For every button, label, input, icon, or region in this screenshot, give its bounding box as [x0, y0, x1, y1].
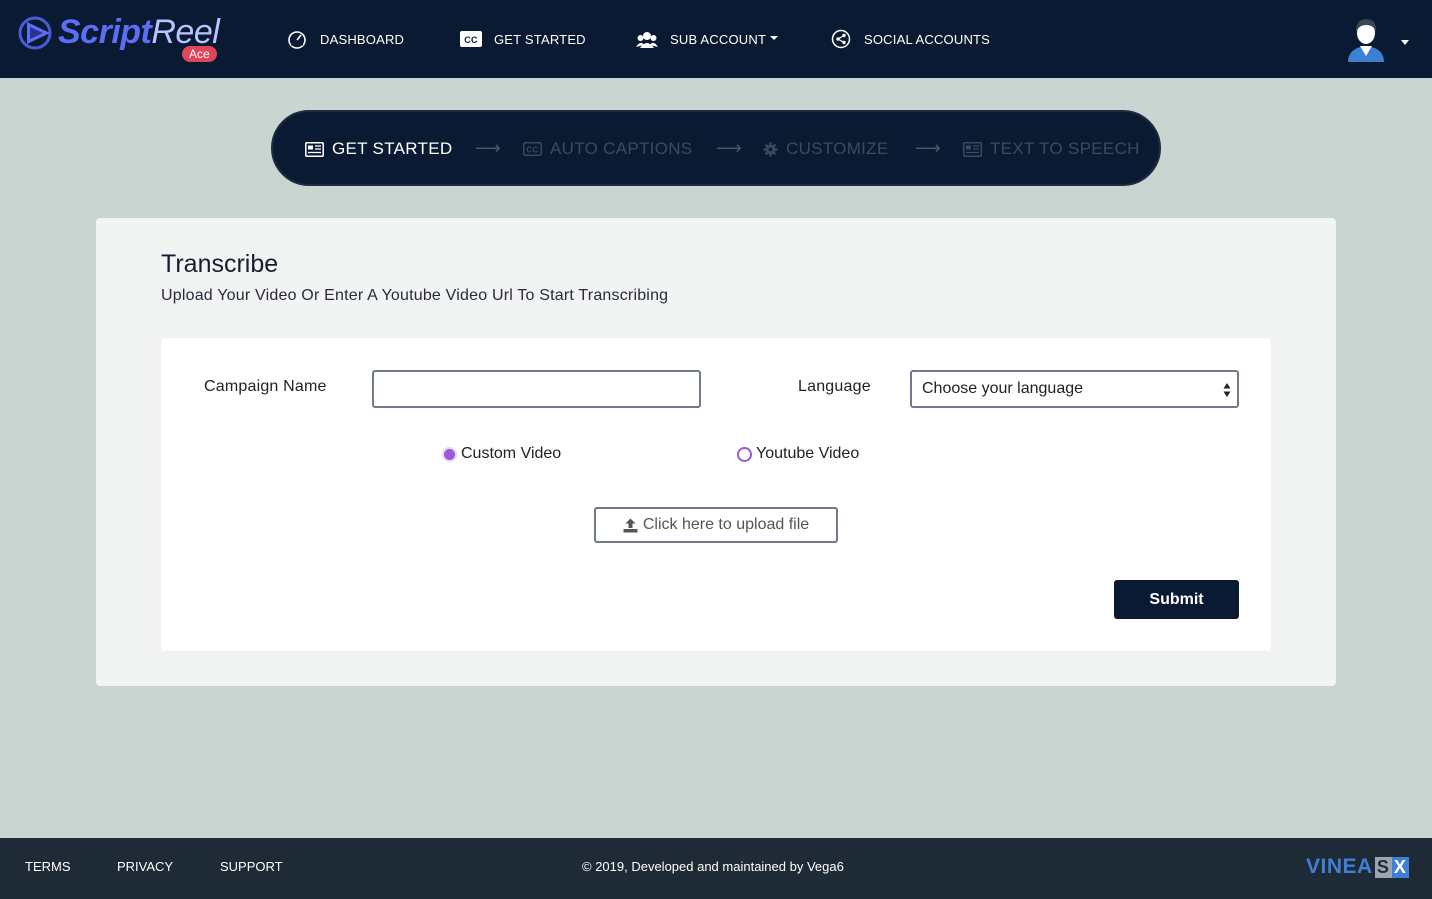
step-label: AUTO CAPTIONS [550, 139, 693, 158]
upload-icon [623, 518, 638, 533]
radio-unchecked-icon [737, 446, 752, 462]
footer-privacy-link[interactable]: PRIVACY [117, 859, 173, 874]
logo-play-icon [18, 16, 52, 50]
submit-button[interactable]: Submit [1114, 580, 1239, 619]
chevron-down-icon [770, 36, 779, 40]
arrow-right-icon: ⟶ [716, 138, 742, 158]
user-menu-caret-icon[interactable] [1401, 40, 1409, 45]
campaign-name-input[interactable] [372, 370, 701, 408]
page-subtitle: Upload Your Video Or Enter A Youtube Vid… [161, 287, 669, 304]
upload-file-button[interactable]: Click here to upload file [594, 507, 838, 543]
vineasx-logo[interactable]: VINEA SX [1306, 855, 1409, 879]
language-label: Language [798, 378, 871, 395]
users-icon [636, 28, 658, 50]
nav-sub-account[interactable]: SUB ACCOUNT [636, 26, 779, 52]
language-select-value: Choose your language [922, 380, 1084, 397]
cc-icon: CC [523, 142, 542, 156]
radio-custom-video-label: Custom Video [461, 445, 562, 462]
upload-file-label: Click here to upload file [642, 516, 810, 533]
footer: TERMS PRIVACY SUPPORT © 2019, Developed … [0, 838, 1432, 899]
step-label: GET STARTED [332, 139, 453, 158]
campaign-name-label: Campaign Name [204, 378, 327, 395]
nav-social-accounts-label: SOCIAL ACCOUNTS [864, 31, 991, 47]
nav-dashboard-label: DASHBOARD [320, 31, 405, 47]
arrow-right-icon: ⟶ [475, 138, 501, 158]
footer-terms-link[interactable]: TERMS [25, 859, 71, 874]
svg-text:CC: CC [464, 35, 478, 45]
select-arrows-icon [1223, 383, 1231, 397]
progress-stepper: GET STARTED ⟶ CC AUTO CAPTIONS ⟶ CUSTOMI… [271, 110, 1161, 186]
footer-support-link[interactable]: SUPPORT [220, 859, 283, 874]
nav-social-accounts[interactable]: SOCIAL ACCOUNTS [830, 26, 990, 52]
transcribe-form: Campaign Name Language Choose your langu… [161, 338, 1271, 651]
nav-get-started[interactable]: CC GET STARTED [460, 26, 586, 52]
gear-icon [763, 141, 778, 157]
nav-get-started-label: GET STARTED [494, 31, 586, 47]
radio-checked-icon [442, 446, 457, 462]
step-auto-captions[interactable]: CC AUTO CAPTIONS [523, 136, 692, 162]
step-text-to-speech[interactable]: TEXT TO SPEECH [963, 136, 1140, 162]
share-icon [830, 28, 852, 50]
step-customize[interactable]: CUSTOMIZE [763, 136, 889, 162]
top-navbar: ScriptReel Ace DASHBOARD CC GET STARTED … [0, 0, 1432, 78]
nav-sub-account-label: SUB ACCOUNT [670, 31, 767, 47]
language-select[interactable]: Choose your language [910, 370, 1239, 408]
scriptreel-logo[interactable]: ScriptReel Ace [18, 12, 223, 64]
arrow-right-icon: ⟶ [915, 138, 941, 158]
radio-youtube-video[interactable]: Youtube Video [737, 445, 859, 463]
svg-text:CC: CC [526, 146, 538, 155]
step-label: TEXT TO SPEECH [990, 139, 1140, 158]
step-get-started[interactable]: GET STARTED [305, 136, 452, 162]
vineasx-logo-text: VINEA [1306, 855, 1373, 878]
cc-icon: CC [460, 28, 482, 50]
step-label: CUSTOMIZE [786, 139, 889, 158]
speedometer-icon [286, 28, 308, 50]
user-avatar[interactable] [1344, 16, 1388, 62]
logo-badge: Ace [182, 46, 217, 62]
newspaper-icon [963, 141, 982, 157]
nav-dashboard[interactable]: DASHBOARD [286, 26, 404, 52]
radio-youtube-video-label: Youtube Video [756, 445, 860, 462]
newspaper-icon [305, 141, 324, 157]
footer-copyright: © 2019, Developed and maintained by Vega… [582, 859, 844, 874]
transcribe-panel: Transcribe Upload Your Video Or Enter A … [96, 218, 1336, 686]
radio-custom-video[interactable]: Custom Video [442, 445, 561, 463]
page-title: Transcribe [161, 250, 279, 278]
vineasx-logo-mark: SX [1374, 856, 1409, 878]
